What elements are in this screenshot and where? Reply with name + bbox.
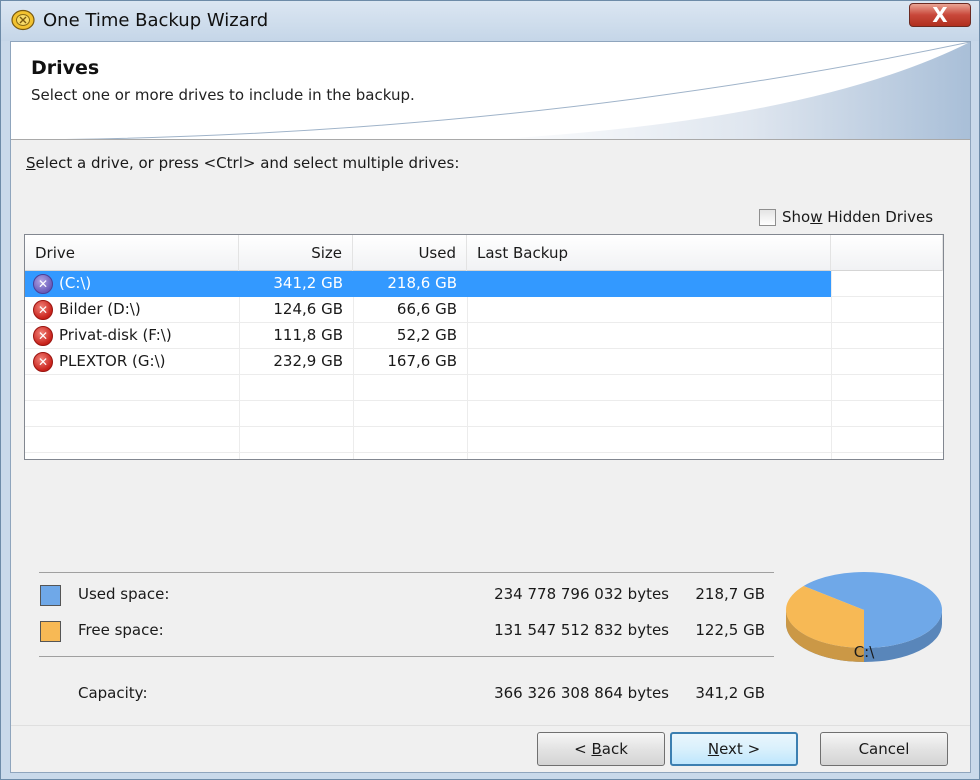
wizard-header: Drives Select one or more drives to incl…	[11, 42, 970, 140]
drive-status-icon: ✕	[33, 274, 53, 294]
drive-row[interactable]: ✕ Privat-disk (F:\) 111,8 GB 52,2 GB	[25, 323, 943, 349]
drive-size-cell: 232,9 GB	[273, 352, 343, 370]
instruction-text: elect a drive, or press <Ctrl> and selec…	[35, 154, 460, 172]
used-space-bytes: 234 778 796 032 bytes	[494, 585, 669, 603]
capacity-label: Capacity:	[78, 684, 148, 702]
column-header-used[interactable]: Used	[353, 235, 467, 271]
drive-last-backup-cell	[467, 349, 831, 375]
drive-name-cell: ✕ Privat-disk (F:\)	[25, 323, 239, 349]
drive-used-cell: 52,2 GB	[396, 326, 457, 344]
summary-divider-bottom	[39, 656, 774, 657]
drive-row[interactable]: ✕ PLEXTOR (G:\) 232,9 GB 167,6 GB	[25, 349, 943, 375]
drive-status-icon: ✕	[33, 352, 53, 372]
empty-row	[25, 375, 943, 401]
close-icon: X	[932, 3, 948, 27]
drive-last-backup-cell	[467, 271, 831, 297]
empty-row	[25, 401, 943, 427]
free-space-label: Free space:	[78, 621, 164, 639]
drive-last-backup-cell	[467, 323, 831, 349]
free-space-gb: 122,5 GB	[695, 621, 765, 639]
wizard-footer: < Back Next > Cancel	[11, 725, 970, 772]
show-hidden-drives-checkbox[interactable]	[759, 208, 776, 226]
used-space-label: Used space:	[78, 585, 170, 603]
wizard-body: Select a drive, or press <Ctrl> and sele…	[11, 140, 970, 725]
free-space-swatch	[40, 621, 61, 642]
drive-instruction: Select a drive, or press <Ctrl> and sele…	[26, 154, 459, 172]
free-space-bytes: 131 547 512 832 bytes	[494, 621, 669, 639]
drive-status-icon: ✕	[33, 300, 53, 320]
drive-size-cell: 124,6 GB	[273, 300, 343, 318]
drive-name-cell: ✕ Bilder (D:\)	[25, 297, 239, 323]
close-button[interactable]: X	[909, 3, 971, 27]
client-area: Drives Select one or more drives to incl…	[10, 41, 971, 773]
instruction-mnemonic: S	[26, 154, 36, 172]
title-bar[interactable]: One Time Backup Wizard X	[1, 1, 979, 41]
drive-used-cell: 66,6 GB	[396, 300, 457, 318]
drive-used-cell: 218,6 GB	[353, 271, 467, 297]
column-header-last-backup[interactable]: Last Backup	[467, 235, 831, 271]
show-hidden-drives-toggle[interactable]: Show Hidden Drives	[759, 207, 933, 227]
used-space-gb: 218,7 GB	[695, 585, 765, 603]
drive-last-backup-cell	[467, 297, 831, 323]
next-button[interactable]: Next >	[670, 732, 798, 766]
drive-status-icon: ✕	[33, 326, 53, 346]
drive-list[interactable]: Drive Size Used Last Backup ✕ (C:\) 341,…	[24, 234, 944, 460]
wizard-window: One Time Backup Wizard X Drives Select o…	[0, 0, 980, 780]
capacity-bytes: 366 326 308 864 bytes	[494, 684, 669, 702]
empty-row	[25, 427, 943, 453]
drive-size-cell: 111,8 GB	[273, 326, 343, 344]
pie-drive-label: C:\	[853, 643, 875, 661]
page-subtitle: Select one or more drives to include in …	[31, 86, 415, 104]
summary-divider-top	[39, 572, 774, 573]
window-title: One Time Backup Wizard	[43, 10, 269, 31]
drive-row[interactable]: ✕ (C:\) 341,2 GB 218,6 GB	[25, 271, 943, 297]
drive-row[interactable]: ✕ Bilder (D:\) 124,6 GB 66,6 GB	[25, 297, 943, 323]
cancel-button[interactable]: Cancel	[820, 732, 948, 766]
page-title: Drives	[31, 57, 100, 79]
column-header-filler	[831, 235, 943, 271]
drive-name-cell: ✕ PLEXTOR (G:\)	[25, 349, 239, 375]
capacity-gb: 341,2 GB	[695, 684, 765, 702]
used-space-swatch	[40, 585, 61, 606]
drive-name-cell: ✕ (C:\)	[25, 271, 239, 297]
backup-app-icon	[11, 9, 35, 31]
show-hidden-drives-label[interactable]: Show Hidden Drives	[782, 208, 933, 226]
drive-size-cell: 341,2 GB	[239, 271, 353, 297]
column-header-drive[interactable]: Drive	[25, 235, 239, 271]
back-button[interactable]: < Back	[537, 732, 665, 766]
drive-used-cell: 167,6 GB	[387, 352, 457, 370]
column-header-size[interactable]: Size	[239, 235, 353, 271]
drive-list-header: Drive Size Used Last Backup	[25, 235, 943, 271]
drive-list-rows: ✕ (C:\) 341,2 GB 218,6 GB ✕ Bilder (D:\)…	[25, 271, 943, 459]
